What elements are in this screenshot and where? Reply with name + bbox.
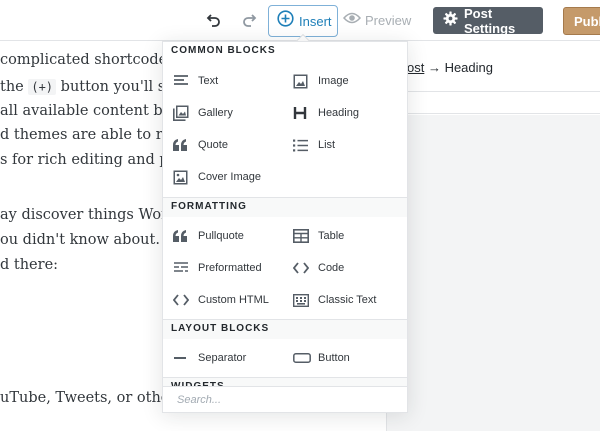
breadcrumb: ost → Heading [387,42,600,92]
settings-sidebar: ost → Heading [386,42,600,431]
search-input[interactable] [177,394,397,406]
post-settings-button[interactable]: Post Settings [433,5,543,36]
pullquote-icon [173,227,195,245]
inline-code: (+) [28,79,57,95]
editor-toolbar: Insert Preview Post Settings Publi [0,0,600,41]
custom-html-icon [173,291,195,309]
button-icon [293,349,315,367]
gallery-icon [173,104,195,122]
paragraph-line: complicated shortcode s [0,52,180,68]
heading-icon [293,104,315,122]
separator-icon [173,349,195,367]
preformatted-icon [173,259,195,277]
block-item-table[interactable]: Table [293,224,407,248]
block-item-custom-html[interactable]: Custom HTML [173,288,293,312]
paragraph-line: s for rich editing and pub [0,152,188,168]
paragraph-line: d themes are able to regi [0,127,186,143]
breadcrumb-current: → Heading [424,60,493,75]
block-item-code[interactable]: Code [293,256,407,280]
publish-button[interactable]: Publi [563,7,600,35]
image-icon [293,72,315,90]
block-item-pullquote[interactable]: Pullquote [173,224,293,248]
sidebar-panel [387,115,600,431]
post-settings-label: Post Settings [464,5,516,36]
text-icon [173,72,195,90]
inserter-search [163,386,407,412]
eye-icon [342,11,362,30]
gear-icon [443,10,458,31]
table-icon [293,227,315,245]
block-item-separator[interactable]: Separator [173,346,293,370]
block-item-quote[interactable]: Quote [173,133,293,157]
paragraph-line: ay discover things Word [0,207,178,223]
code-icon [293,259,315,277]
paragraph-line: all available content blo [0,103,177,119]
block-item-classic-text[interactable]: Classic Text [293,288,407,312]
preview-button[interactable]: Preview [342,11,412,30]
classic-text-icon [293,291,315,309]
insert-label: Insert [299,13,332,29]
list-icon [293,136,315,154]
breadcrumb-link-post[interactable]: ost [407,60,424,75]
block-item-cover-image[interactable]: Cover Image [173,165,293,189]
preview-label: Preview [365,13,412,28]
block-item-heading[interactable]: Heading [293,101,407,125]
block-item-image[interactable]: Image [293,69,407,93]
paragraph-line: d there: [0,257,59,273]
redo-icon[interactable] [238,9,260,31]
category-common-blocks: COMMON BLOCKS [163,42,407,62]
block-item-text[interactable]: Text [173,69,293,93]
sidebar-header-strip [387,92,600,114]
category-formatting: FORMATTING [163,197,407,217]
paragraph-line: the (+) button you'll see [0,79,183,95]
block-item-gallery[interactable]: Gallery [173,101,293,125]
category-layout-blocks: LAYOUT BLOCKS [163,319,407,339]
block-item-preformatted[interactable]: Preformatted [173,256,293,280]
undo-icon[interactable] [203,9,225,31]
plus-circle-icon [277,10,294,32]
block-item-button[interactable]: Button [293,346,407,370]
block-inserter-popover: COMMON BLOCKS Text Image Gallery Heading… [162,41,408,413]
quote-icon [173,136,195,154]
cover-image-icon [173,168,195,186]
block-item-list[interactable]: List [293,133,407,157]
paragraph-line: ou didn't know about. He [0,232,186,248]
insert-button[interactable]: Insert [268,5,338,37]
